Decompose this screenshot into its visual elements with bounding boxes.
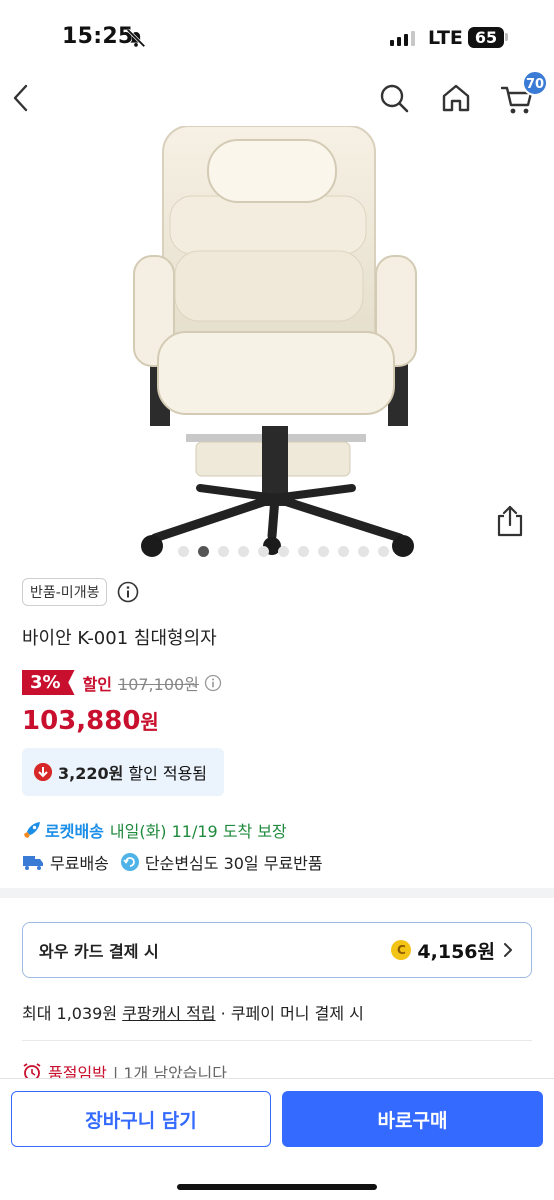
original-price: 107,100원 xyxy=(118,674,199,694)
home-indicator xyxy=(177,1184,377,1190)
return-icon xyxy=(120,853,139,871)
down-arrow-icon xyxy=(34,763,52,781)
gallery-pagination[interactable] xyxy=(178,546,389,557)
product-title: 바이안 K-001 침대형의자 xyxy=(22,628,217,649)
tag-row: 반품-미개봉 xyxy=(22,578,139,606)
status-time: 15:25 xyxy=(62,24,134,49)
final-price-number: 103,880 xyxy=(22,706,141,736)
battery-tip xyxy=(505,33,508,41)
bell-slash-icon xyxy=(126,28,146,48)
gallery-dot[interactable] xyxy=(358,546,369,557)
signal-icon xyxy=(390,30,415,46)
chair-illustration xyxy=(133,126,417,557)
sale-label: 할인 xyxy=(82,674,113,694)
wow-card-amount: 4,156원 xyxy=(417,940,495,963)
wow-card-benefit[interactable]: 와우 카드 결제 시 C 4,156원 xyxy=(22,922,532,978)
cash-prefix: 최대 1,039원 xyxy=(22,1004,118,1023)
rocket-delivery-row: 로켓배송 내일(화) 11/19 도착 보장 xyxy=(22,818,287,842)
home-icon[interactable] xyxy=(440,82,472,114)
share-icon[interactable] xyxy=(494,504,526,538)
discount-row: 3% 할인 107,100원 xyxy=(22,670,222,695)
gallery-dot[interactable] xyxy=(378,546,389,557)
search-icon[interactable] xyxy=(378,82,410,114)
rocket-icon xyxy=(24,822,40,838)
cart-count-badge: 70 xyxy=(522,70,548,96)
coupon-text: 할인 적용됨 xyxy=(128,764,208,783)
rocket-label: 로켓배송 xyxy=(45,822,104,841)
buy-now-button[interactable]: 바로구매 xyxy=(282,1091,543,1147)
coin-icon: C xyxy=(391,940,412,960)
condition-tag: 반품-미개봉 xyxy=(22,578,108,606)
gallery-dot[interactable] xyxy=(218,546,229,557)
status-bar: 15:25 LTE 65 xyxy=(0,0,554,70)
final-price-unit: 원 xyxy=(140,710,159,734)
bottom-action-bar: 장바구니 담기 바로구매 xyxy=(0,1078,554,1200)
gallery-dot[interactable] xyxy=(198,546,209,557)
gallery-dot[interactable] xyxy=(338,546,349,557)
gallery-dot[interactable] xyxy=(278,546,289,557)
coupon-applied-box: 3,220원 할인 적용됨 xyxy=(22,748,224,796)
section-divider xyxy=(0,888,554,898)
gallery-dot[interactable] xyxy=(178,546,189,557)
truck-icon xyxy=(23,856,43,870)
coupang-cash-link[interactable]: 쿠팡캐시 적립 xyxy=(122,1004,215,1023)
back-icon[interactable] xyxy=(8,80,34,116)
discount-badge: 3% xyxy=(22,670,75,695)
add-to-cart-button[interactable]: 장바구니 담기 xyxy=(11,1091,271,1147)
gallery-dot[interactable] xyxy=(238,546,249,557)
price-info-icon[interactable] xyxy=(204,674,222,692)
arrival-date: 내일(화) 11/19 도착 보장 xyxy=(109,822,287,841)
free-return-label: 단순변심도 30일 무료반품 xyxy=(144,854,323,873)
coupon-amount: 3,220원 xyxy=(58,764,124,783)
cash-reward-row: 최대 1,039원 쿠팡캐시 적립 · 쿠페이 머니 결제 시 xyxy=(22,1000,364,1024)
wow-card-label: 와우 카드 결제 시 xyxy=(39,942,159,961)
gallery-dot[interactable] xyxy=(258,546,269,557)
shipping-row: 무료배송 단순변심도 30일 무료반품 xyxy=(22,850,323,874)
gallery-dot[interactable] xyxy=(298,546,309,557)
free-shipping-label: 무료배송 xyxy=(50,854,109,873)
cash-suffix: · 쿠페이 머니 결제 시 xyxy=(220,1004,364,1023)
final-price: 103,880원 xyxy=(22,706,159,736)
top-navbar: 70 xyxy=(0,70,554,126)
network-label: LTE xyxy=(428,27,463,49)
thin-divider xyxy=(22,1040,532,1041)
gallery-dot[interactable] xyxy=(318,546,329,557)
wow-card-right: C 4,156원 xyxy=(391,937,515,964)
info-icon[interactable] xyxy=(117,581,139,603)
product-image[interactable] xyxy=(0,126,554,566)
battery-icon: 65 xyxy=(468,27,504,48)
chevron-right-icon xyxy=(504,943,512,957)
